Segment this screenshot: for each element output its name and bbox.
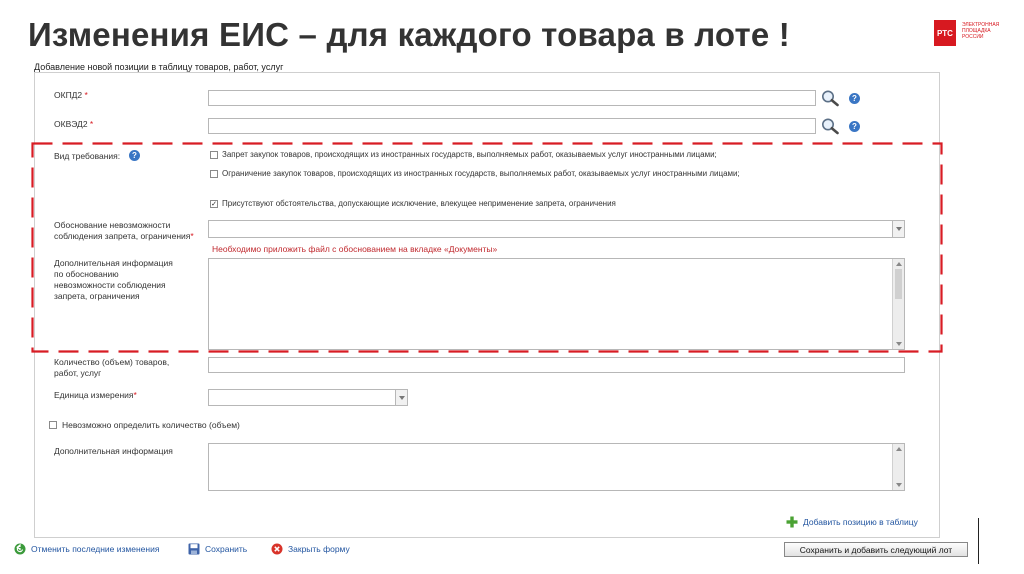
unit-select[interactable] [208, 389, 408, 406]
cannot-determine-label: Невозможно определить количество (объем) [62, 420, 240, 430]
scroll-down-icon[interactable] [893, 339, 904, 349]
divider [978, 518, 979, 564]
additional-justification-scrollbar[interactable] [892, 259, 904, 349]
okved2-help-icon[interactable]: ? [849, 121, 860, 132]
save-label: Сохранить [205, 544, 248, 554]
option-ban-checkbox[interactable] [210, 151, 218, 159]
add-position-link[interactable]: Добавить позицию в таблицу [786, 516, 918, 528]
unit-label: Единица измерения* [54, 390, 137, 400]
additional-info-textarea[interactable] [208, 443, 905, 491]
option-exception-checkbox[interactable]: ✓ [210, 200, 218, 208]
option-ban-label: Запрет закупок товаров, происходящих из … [222, 150, 717, 159]
justification-dropdown-arrow-icon[interactable] [892, 221, 904, 237]
form-heading: Добавление новой позиции в таблицу товар… [34, 62, 288, 72]
additional-info-scrollbar[interactable] [892, 444, 904, 490]
floppy-disk-icon [188, 543, 200, 555]
scroll-up-icon[interactable] [893, 259, 904, 269]
justification-label: Обоснование невозможности соблюдения запр… [54, 220, 194, 241]
okved2-input[interactable] [208, 118, 816, 134]
add-position-label: Добавить позицию в таблицу [803, 517, 918, 527]
undo-label: Отменить последние изменения [31, 544, 160, 554]
scroll-thumb[interactable] [895, 269, 902, 299]
okpd2-label: ОКПД2 * [54, 90, 88, 100]
close-form-label: Закрыть форму [288, 544, 350, 554]
slide-title: Изменения ЕИС – для каждого товара в лот… [28, 16, 790, 53]
okved2-search-icon[interactable] [820, 117, 840, 135]
requirement-type-help-icon[interactable]: ? [129, 150, 140, 161]
undo-link[interactable]: Отменить последние изменения [14, 543, 159, 555]
close-form-link[interactable]: Закрыть форму [271, 543, 350, 555]
quantity-input[interactable] [208, 357, 905, 373]
plus-icon [786, 516, 798, 528]
scroll-down-icon[interactable] [893, 480, 904, 490]
requirement-type-label: Вид требования: [54, 151, 121, 161]
okpd2-search-icon[interactable] [820, 89, 840, 107]
close-icon [271, 543, 283, 555]
okpd2-help-icon[interactable]: ? [849, 93, 860, 104]
option-exception-label: Присутствуют обстоятельства, допускающие… [222, 199, 616, 208]
rts-logo-text: ЭЛЕКТРОННАЯ ПЛОЩАДКА РОССИИ [962, 22, 1000, 40]
additional-justification-label: Дополнительная информация по обоснованию н… [54, 258, 173, 301]
additional-info-label: Дополнительная информация [54, 446, 173, 456]
quantity-label: Количество (объем) товаров, работ, услуг [54, 357, 170, 378]
unit-dropdown-arrow-icon[interactable] [395, 390, 407, 405]
okpd2-input[interactable] [208, 90, 816, 106]
justification-select[interactable] [208, 220, 905, 238]
cannot-determine-checkbox[interactable] [49, 421, 57, 429]
save-and-add-next-button[interactable]: Сохранить и добавить следующий лот [784, 542, 968, 557]
justification-warning: Необходимо приложить файл с обоснованием… [212, 244, 498, 254]
rts-logo-mark: РТС [934, 20, 956, 46]
additional-justification-textarea[interactable] [208, 258, 905, 350]
okved2-label: ОКВЭД2 * [54, 119, 94, 129]
undo-icon [14, 543, 26, 555]
save-link[interactable]: Сохранить [188, 543, 247, 555]
option-restriction-checkbox[interactable] [210, 170, 218, 178]
option-restriction-label: Ограничение закупок товаров, происходящи… [222, 169, 740, 178]
scroll-up-icon[interactable] [893, 444, 904, 454]
rts-logo: РТС ЭЛЕКТРОННАЯ ПЛОЩАДКА РОССИИ [934, 20, 1014, 48]
